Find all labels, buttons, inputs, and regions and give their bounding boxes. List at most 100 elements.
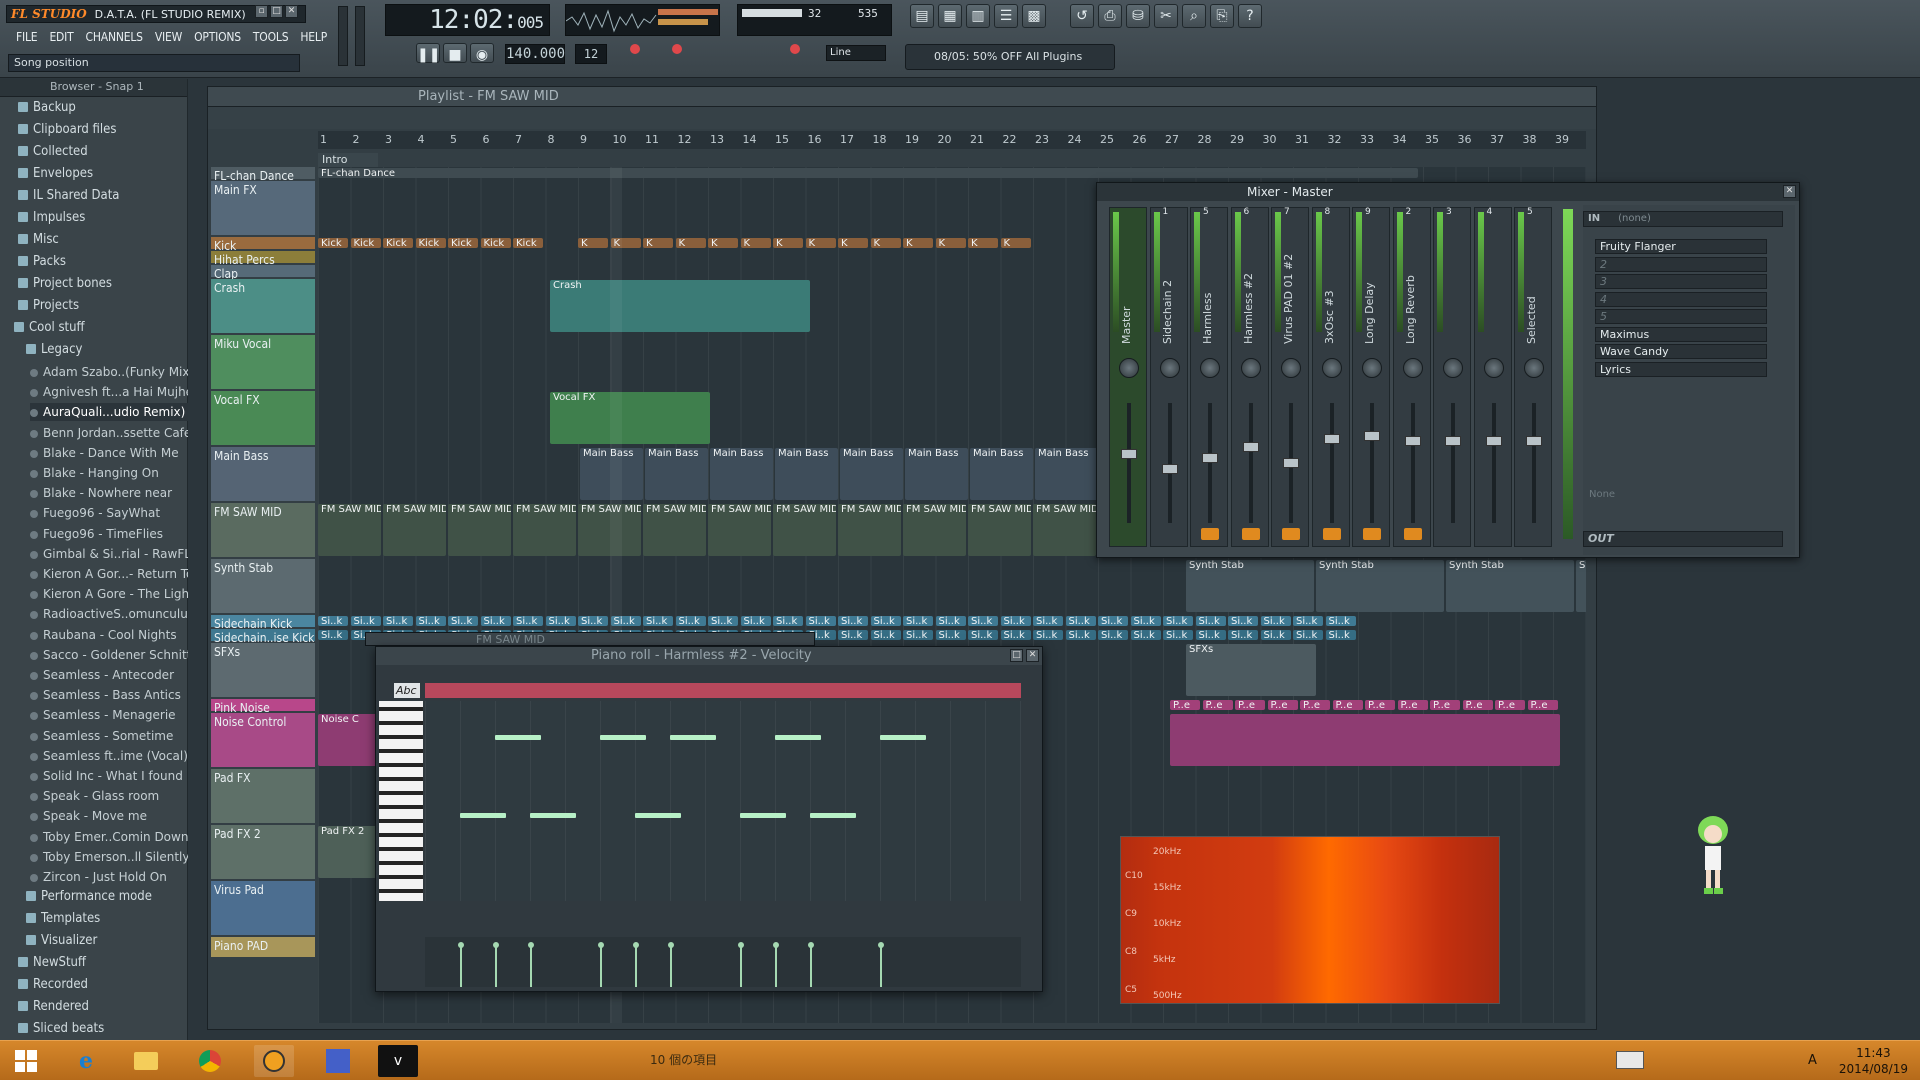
mixer-strip[interactable]: Master — [1109, 207, 1147, 547]
output-select[interactable]: OUT — [1583, 531, 1783, 547]
velocity-bar[interactable] — [773, 942, 779, 987]
record-button[interactable]: ◉ — [470, 43, 494, 63]
playlist-clip[interactable]: Kick — [480, 238, 511, 248]
playlist-clip[interactable]: FM SAW MID — [383, 504, 446, 556]
fader-cap[interactable] — [1485, 436, 1502, 446]
pan-knob[interactable] — [1159, 358, 1180, 378]
playlist-clip[interactable]: Si..k — [1000, 616, 1031, 626]
step-sequencer-button[interactable]: ▦ — [938, 4, 962, 28]
velocity-bar[interactable] — [528, 942, 534, 987]
mixer-close-button[interactable]: ✕ — [1783, 185, 1796, 198]
playlist-clip[interactable]: Si..k — [448, 616, 478, 626]
playlist-clip[interactable]: Si..k — [1228, 630, 1258, 640]
playlist-clip[interactable]: Si..k — [1163, 616, 1193, 626]
midi-note[interactable] — [600, 735, 646, 740]
piano-keyboard[interactable] — [379, 701, 423, 901]
fx-slot[interactable]: 4 — [1595, 291, 1767, 307]
playlist-clip[interactable]: Si..k — [1098, 630, 1128, 640]
save-icon[interactable]: ⎙ — [1098, 4, 1122, 28]
fader-cap[interactable] — [1283, 458, 1299, 468]
browser-folder[interactable]: Misc — [18, 231, 188, 249]
playlist-clip[interactable]: Synth Stab — [1446, 560, 1574, 612]
browser-file[interactable]: Kieron A Gor...- Return To — [30, 565, 188, 583]
browser-file[interactable]: Kieron A Gore - The Light — [30, 585, 188, 603]
playlist-clip[interactable]: Si..k — [1260, 616, 1291, 626]
midi-note[interactable] — [635, 813, 681, 818]
tools-icon[interactable]: ✂ — [1154, 4, 1178, 28]
playlist-clip[interactable]: P..e — [1462, 700, 1493, 710]
playlist-clip[interactable]: K — [1000, 238, 1031, 248]
track-header[interactable]: Kick — [211, 237, 315, 253]
browser-folder[interactable]: Envelopes — [18, 165, 188, 183]
playlist-view-button[interactable]: ▤ — [910, 4, 934, 28]
playlist-clip[interactable]: Kick — [415, 238, 446, 248]
timeline-ruler[interactable]: 1 2 3 4 5 6 7 8 9 10 11 12 13 14 15 16 17 18 19 20 21 22 23 24 2… — [318, 131, 1586, 149]
menu-help[interactable]: HELP — [294, 29, 333, 45]
help-icon[interactable]: ? — [1238, 4, 1262, 28]
playlist-clip[interactable]: Crash — [550, 280, 810, 332]
playlist-clip[interactable]: Si..k — [1195, 616, 1226, 626]
menu-file[interactable]: FILE — [10, 29, 43, 45]
touch-keyboard-icon[interactable] — [1616, 1051, 1644, 1069]
browser-folder[interactable]: Rendered — [18, 998, 188, 1016]
playlist-clip[interactable]: FM SAW MID — [773, 504, 836, 556]
volume-fader[interactable] — [1248, 403, 1253, 523]
browser-file[interactable]: Blake - Nowhere near — [30, 484, 188, 502]
app-taskbar-icon[interactable] — [318, 1045, 358, 1077]
browser-file[interactable]: AuraQuali...udio Remix) — [30, 403, 188, 422]
velocity-bar[interactable] — [738, 942, 744, 987]
browser-folder[interactable]: Performance mode — [26, 888, 188, 906]
playlist-clip[interactable]: Main Bass — [710, 448, 773, 500]
playlist-clip[interactable]: Main Bass — [840, 448, 903, 500]
master-volume-slider[interactable] — [338, 6, 348, 66]
browser-folder[interactable]: Sliced beats — [18, 1020, 188, 1038]
mixer-strip[interactable]: Long Delay 9 — [1352, 207, 1390, 547]
playlist-clip[interactable]: Kick — [318, 238, 348, 248]
browser-file[interactable]: Speak - Glass room — [30, 787, 188, 805]
playlist-clip[interactable]: Si..k — [870, 616, 901, 626]
playlist-clip[interactable]: K — [708, 238, 738, 248]
playlist-clip[interactable]: K — [838, 238, 868, 248]
mixer-strip[interactable]: Sidechain 2 1 — [1149, 207, 1188, 547]
start-button[interactable] — [6, 1045, 46, 1077]
playlist-clip[interactable]: Si..k — [643, 616, 673, 626]
piano-roll-time-marker-bar[interactable] — [425, 683, 1021, 698]
playlist-clip[interactable]: Si..k — [480, 616, 511, 626]
undo-icon[interactable]: ↺ — [1070, 4, 1094, 28]
playlist-clip[interactable]: Si..k — [903, 630, 933, 640]
pan-knob[interactable] — [1281, 358, 1301, 378]
browser-file[interactable]: RadioactiveS..omunculus — [30, 605, 188, 623]
midi-note[interactable] — [740, 813, 786, 818]
browser-folder[interactable]: IL Shared Data — [18, 187, 188, 205]
playlist-clip[interactable]: Si..k — [1195, 630, 1226, 640]
playlist-clip[interactable]: P..e — [1267, 700, 1298, 710]
playlist-clip[interactable]: Main Bass — [970, 448, 1033, 500]
input-select[interactable]: IN (none) — [1583, 211, 1783, 227]
track-header[interactable]: Synth Stab — [211, 559, 315, 613]
playlist-clip[interactable]: Si..k — [708, 616, 738, 626]
volume-fader[interactable] — [1491, 403, 1496, 523]
playlist-clip[interactable]: K — [903, 238, 933, 248]
browser-file[interactable]: Seamless ft..ime (Vocal) — [30, 747, 188, 765]
piano-roll-close-button[interactable]: ✕ — [1026, 649, 1039, 662]
playlist-clip[interactable]: Si..k — [773, 616, 803, 626]
playlist-clip[interactable]: P..e — [1300, 700, 1330, 710]
browser-folder[interactable]: Packs — [18, 253, 188, 271]
browser-file[interactable]: Toby Emer..Comin Down — [30, 828, 188, 846]
browser-file[interactable]: Seamless - Bass Antics — [30, 686, 188, 704]
clipboard-icon[interactable]: ⎘ — [1210, 4, 1234, 28]
playlist-clip[interactable]: FM SAW MID — [448, 504, 511, 556]
playlist-clip[interactable]: Si..k — [578, 616, 608, 626]
fader-cap[interactable] — [1364, 430, 1380, 441]
track-header[interactable]: FL-chan Dance — [211, 167, 315, 183]
minimize-button[interactable]: ▫ — [255, 5, 268, 18]
playlist-clip[interactable]: Si..k — [1163, 630, 1193, 640]
stop-button[interactable]: ■ — [443, 43, 467, 63]
browser-folder[interactable]: Collected — [18, 143, 188, 161]
loop-record-icon[interactable] — [672, 44, 682, 54]
track-header[interactable]: Sidechain Kick — [211, 615, 315, 631]
fader-cap[interactable] — [1323, 433, 1340, 444]
mixer-strip[interactable]: 3 — [1433, 207, 1471, 547]
browser-file[interactable]: Seamless - Antecoder — [30, 666, 188, 684]
volume-fader[interactable] — [1451, 403, 1455, 523]
